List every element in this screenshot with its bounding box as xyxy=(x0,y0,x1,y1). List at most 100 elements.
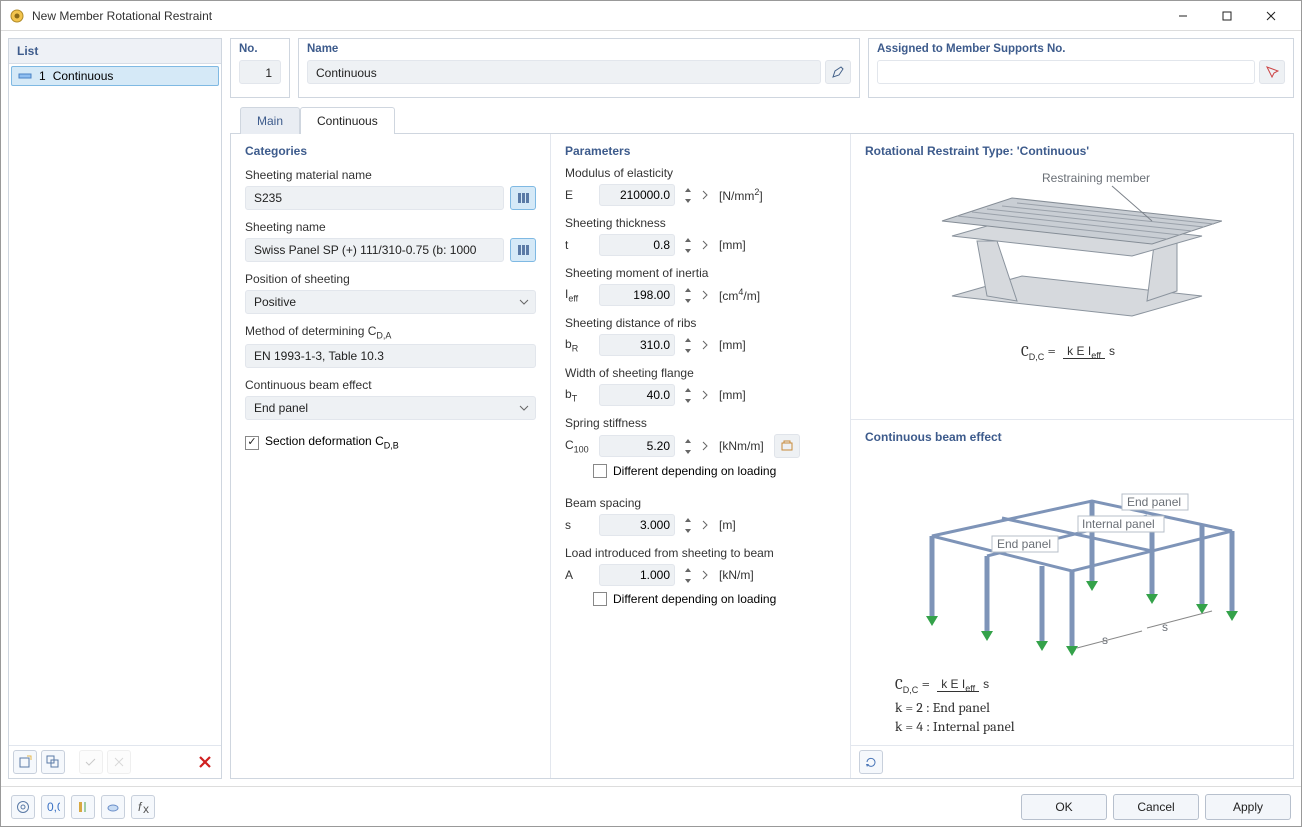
param-value[interactable]: 3.000 xyxy=(599,514,675,536)
param-value[interactable]: 210000.0 xyxy=(599,184,675,206)
no-label: No. xyxy=(231,39,289,57)
name-input[interactable]: Continuous xyxy=(307,60,821,84)
pick-assigned-button[interactable] xyxy=(1259,60,1285,84)
name-label: Name xyxy=(299,39,859,57)
list-item[interactable]: 1 Continuous xyxy=(11,66,219,86)
svg-text:End panel: End panel xyxy=(1127,495,1181,509)
param-unit: [N/mm2] xyxy=(719,187,763,203)
spin-buttons[interactable] xyxy=(681,384,695,406)
minimize-button[interactable] xyxy=(1161,2,1205,30)
param-value[interactable]: 40.0 xyxy=(599,384,675,406)
section-deformation-checkbox[interactable] xyxy=(245,436,259,450)
param-label: Width of sheeting flange xyxy=(565,366,836,380)
diff-loading-checkbox-row[interactable]: Different depending on loading xyxy=(593,464,836,478)
sheeting-name-input[interactable]: Swiss Panel SP (+) 111/310-0.75 (b: 1000 xyxy=(245,238,504,262)
param-symbol: C100 xyxy=(565,438,593,454)
member-button[interactable] xyxy=(71,795,95,819)
chevron-down-icon xyxy=(519,403,529,413)
delete-button[interactable] xyxy=(193,750,217,774)
svg-text:Internal panel: Internal panel xyxy=(1082,517,1155,531)
sheeting-material-input[interactable]: S235 xyxy=(245,186,504,210)
diff-loading-checkbox[interactable] xyxy=(593,592,607,606)
param-value[interactable]: 0.8 xyxy=(599,234,675,256)
diff-loading-label: Different depending on loading xyxy=(613,592,776,606)
beam-effect-diagram: End panel Internal panel End panel ss xyxy=(865,452,1279,669)
restraint-item-icon xyxy=(18,70,32,82)
spin-buttons[interactable] xyxy=(681,284,695,306)
categories-column: Categories Sheeting material name S235 S… xyxy=(231,134,551,778)
step-button[interactable] xyxy=(701,238,711,252)
step-button[interactable] xyxy=(701,288,711,302)
beam-effect-label: Continuous beam effect xyxy=(245,378,536,392)
categories-header: Categories xyxy=(245,144,536,158)
list-item-no: 1 xyxy=(39,69,46,83)
assigned-input[interactable] xyxy=(877,60,1255,84)
param-row: bR 310.0 [mm] xyxy=(565,334,836,356)
close-button[interactable] xyxy=(1249,2,1293,30)
param-label: Load introduced from sheeting to beam xyxy=(565,546,836,560)
preview-bottom: Continuous beam effect xyxy=(851,420,1293,745)
maximize-button[interactable] xyxy=(1205,2,1249,30)
diff-loading-checkbox-row[interactable]: Different depending on loading xyxy=(593,592,836,606)
help-button[interactable] xyxy=(11,795,35,819)
assigned-label: Assigned to Member Supports No. xyxy=(869,39,1293,57)
app-icon xyxy=(9,8,25,24)
restraint-diagram: Restraining member xyxy=(865,166,1279,336)
param-symbol: s xyxy=(565,518,593,532)
spin-buttons[interactable] xyxy=(681,184,695,206)
k-internal-panel: k = 4 : Internal panel xyxy=(895,718,1279,735)
spin-buttons[interactable] xyxy=(681,514,695,536)
param-unit: [mm] xyxy=(719,338,746,352)
preview-top: Rotational Restraint Type: 'Continuous' xyxy=(851,134,1293,420)
no-value[interactable]: 1 xyxy=(239,60,281,84)
param-label: Sheeting moment of inertia xyxy=(565,266,836,280)
param-value[interactable]: 5.20 xyxy=(599,435,675,457)
param-row: s 3.000 [m] xyxy=(565,514,836,536)
param-symbol: bR xyxy=(565,337,593,353)
spin-buttons[interactable] xyxy=(681,334,695,356)
step-button[interactable] xyxy=(701,338,711,352)
sheeting-material-library-button[interactable] xyxy=(510,186,536,210)
dialog-footer: 0,00 fx OK Cancel Apply xyxy=(1,786,1301,826)
param-symbol: bT xyxy=(565,387,593,403)
function-button[interactable]: fx xyxy=(131,795,155,819)
define-spring-button[interactable] xyxy=(774,434,800,458)
preview-refresh-button[interactable] xyxy=(859,750,883,774)
param-symbol: Ieff xyxy=(565,287,593,303)
param-value[interactable]: 1.000 xyxy=(599,564,675,586)
step-button[interactable] xyxy=(701,518,711,532)
step-button[interactable] xyxy=(701,568,711,582)
param-unit: [mm] xyxy=(719,238,746,252)
beam-effect-select[interactable]: End panel xyxy=(245,396,536,420)
step-button[interactable] xyxy=(701,439,711,453)
list-panel: List 1 Continuous xyxy=(8,38,222,779)
section-deformation-checkbox-row[interactable]: Section deformation CD,B xyxy=(245,434,536,450)
edit-name-button[interactable] xyxy=(825,60,851,84)
position-select[interactable]: Positive xyxy=(245,290,536,314)
section-deformation-label: Section deformation CD,B xyxy=(265,434,399,450)
duplicate-button[interactable] xyxy=(41,750,65,774)
diff-loading-checkbox[interactable] xyxy=(593,464,607,478)
sheeting-library-button[interactable] xyxy=(510,238,536,262)
ok-button[interactable]: OK xyxy=(1021,794,1107,820)
cancel-button[interactable]: Cancel xyxy=(1113,794,1199,820)
param-value[interactable]: 310.0 xyxy=(599,334,675,356)
units-button[interactable]: 0,00 xyxy=(41,795,65,819)
spin-buttons[interactable] xyxy=(681,234,695,256)
spin-buttons[interactable] xyxy=(681,564,695,586)
step-button[interactable] xyxy=(701,188,711,202)
spin-buttons[interactable] xyxy=(681,435,695,457)
new-item-button[interactable] xyxy=(13,750,37,774)
cloud-button[interactable] xyxy=(101,795,125,819)
chevron-down-icon xyxy=(519,297,529,307)
method-value: EN 1993-1-3, Table 10.3 xyxy=(245,344,536,368)
param-value[interactable]: 198.00 xyxy=(599,284,675,306)
step-button[interactable] xyxy=(701,388,711,402)
tab-continuous[interactable]: Continuous xyxy=(300,107,395,134)
k-end-panel: k = 2 : End panel xyxy=(895,699,1279,716)
param-row: bT40.0[mm] xyxy=(565,384,836,406)
param-unit: [cm4/m] xyxy=(719,287,760,303)
apply-button[interactable]: Apply xyxy=(1205,794,1291,820)
param-unit: [m] xyxy=(719,518,736,532)
tab-main[interactable]: Main xyxy=(240,107,300,134)
